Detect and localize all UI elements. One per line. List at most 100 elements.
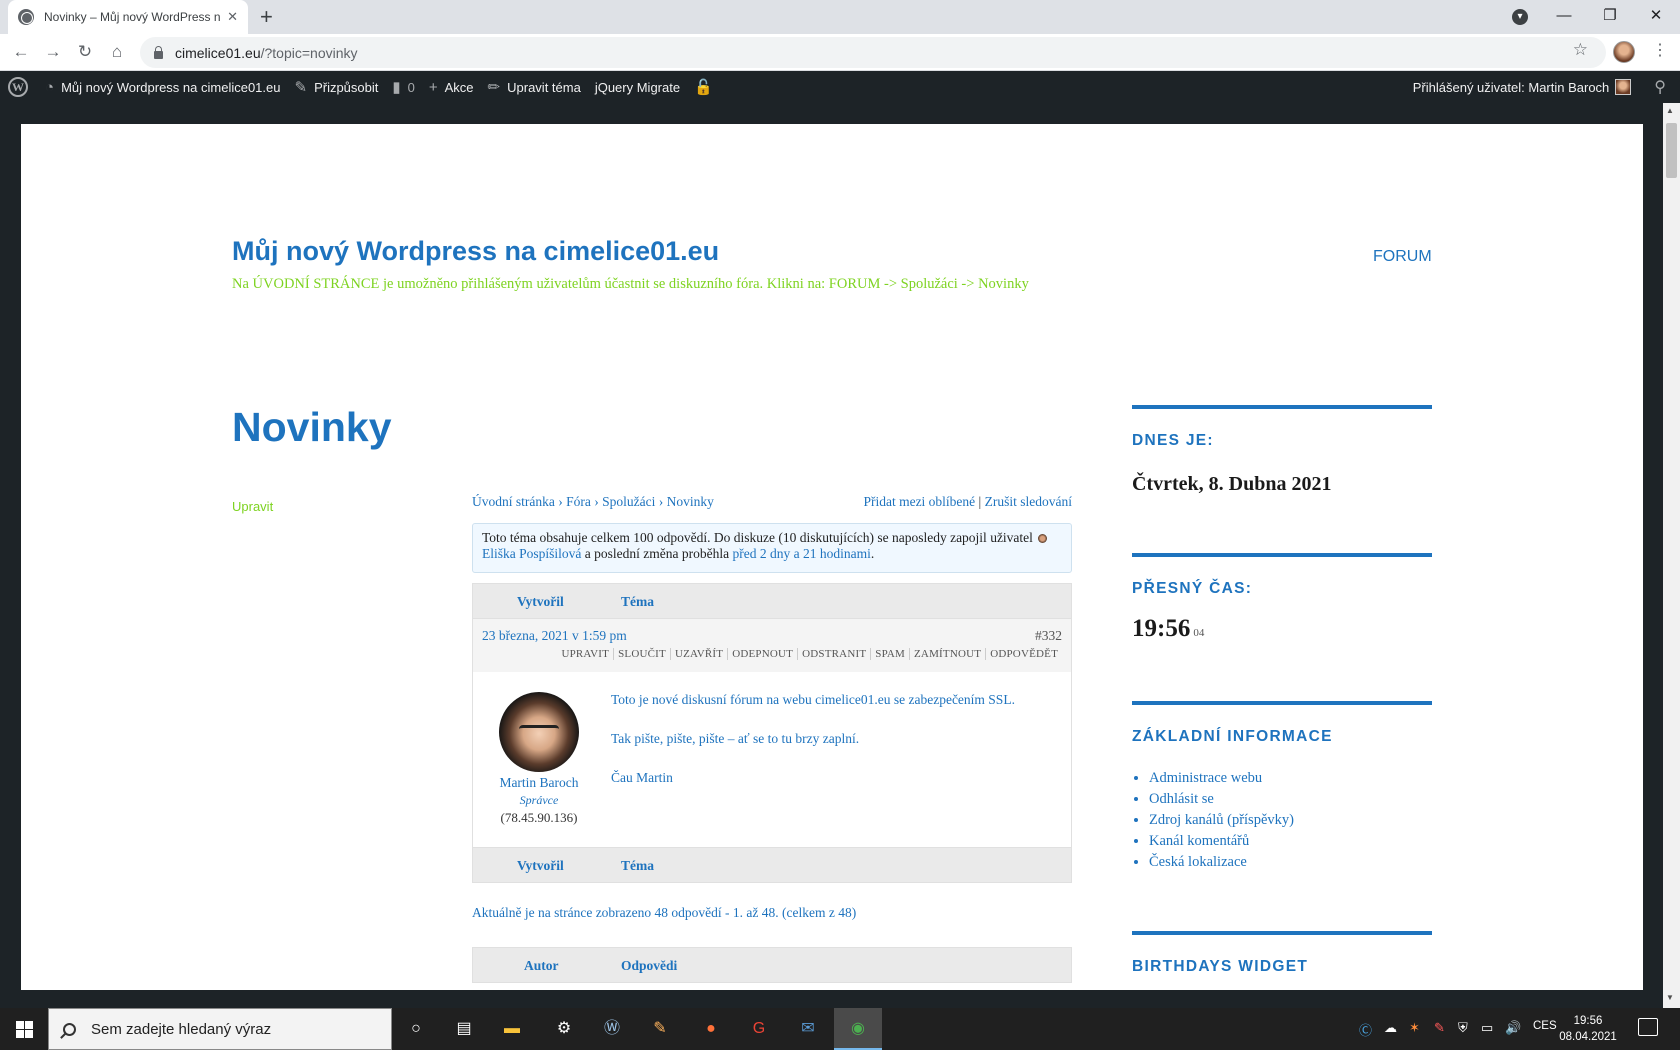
reply-permalink[interactable]: #332 [1035,628,1062,644]
reply-date[interactable]: 23 března, 2021 v 1:59 pm [482,628,627,644]
topic-info-notice: Toto téma obsahuje celkem 100 odpovědí. … [472,523,1072,573]
browser-menu-icon[interactable]: ⋮ [1652,40,1668,60]
browser-toolbar: ← → ↻ ⌂ cimelice01.eu/?topic=novinky ☆ ⋮ [0,34,1680,71]
reply-author: Martin Baroch Správce (78.45.90.136) [479,692,599,826]
author-role: Správce [519,793,559,807]
widget-title: PŘESNÝ ČAS: [1132,580,1253,597]
author-name[interactable]: Martin Baroch [479,775,599,791]
page-title: Novinky [232,404,392,450]
address-bar[interactable]: cimelice01.eu/?topic=novinky ☆ [140,37,1606,68]
taskbar-search-input[interactable]: Sem zadejte hledaný výraz [48,1008,392,1050]
topic-subscription-links: Přidat mezi oblíbené | Zrušit sledování [863,494,1072,509]
tab-title: Novinky – Můj nový WordPress na cimelice… [44,10,221,24]
admin-site-name[interactable]: ◔ Můj nový Wordpress na cimelice01.eu [38,71,287,103]
trash-action[interactable]: ODSTRANIT [797,648,871,660]
wordpress-logo-icon[interactable]: W [8,77,28,97]
tab-search-icon[interactable]: ▾ [1512,9,1528,25]
volume-icon[interactable]: 🔊 [1505,1020,1521,1036]
admin-jquery-migrate[interactable]: jQuery Migrate [588,71,687,103]
tray-tool-icon[interactable]: ✶ [1409,1020,1420,1036]
list-item[interactable]: Zdroj kanálů (příspěvky) [1149,810,1432,831]
close-tab-icon[interactable]: ✕ [227,9,238,25]
unapprove-action[interactable]: ZAMÍTNOUT [909,648,986,660]
current-date: Čtvrtek, 8. Dubna 2021 [1132,473,1332,495]
thunderbird-icon[interactable]: ✉ [795,1016,821,1042]
bookmark-star-icon[interactable]: ☆ [1573,40,1588,60]
list-item[interactable]: Administrace webu [1149,768,1432,789]
home-icon[interactable]: ⌂ [105,40,129,64]
unsubscribe-link[interactable]: Zrušit sledování [985,494,1072,509]
author-ip: (78.45.90.136) [500,810,578,825]
page-scrollbar[interactable]: ▲ ▼ [1663,103,1680,1008]
onedrive-icon[interactable]: ☁ [1384,1020,1397,1036]
edit-link[interactable]: Upravit [232,499,273,514]
reload-icon[interactable]: ↻ [73,40,97,64]
scroll-down-icon[interactable]: ▼ [1666,993,1674,1002]
reply-action[interactable]: ODPOVĚDĚT [985,648,1062,660]
firefox-icon[interactable]: ● [698,1016,724,1042]
tray-pen-icon[interactable]: ✎ [1434,1020,1445,1036]
info-widget: ZÁKLADNÍ INFORMACE Administrace webu Odh… [1132,701,1432,873]
lock-icon[interactable] [154,45,163,59]
defender-icon[interactable]: ⛨ [1458,1020,1468,1036]
network-icon[interactable]: ▭ [1481,1020,1493,1036]
reply-body: Martin Baroch Správce (78.45.90.136) Tot… [472,672,1072,847]
edit-action[interactable]: UPRAVIT [557,648,613,660]
settings-icon[interactable]: ⚙ [551,1016,577,1042]
browser-tab-strip: Novinky – Můj nový WordPress na cimelice… [0,0,1680,34]
tray-app-icon[interactable]: Ⓒ [1359,1020,1372,1039]
wp-admin-bar: W ◔ Můj nový Wordpress na cimelice01.eu … [0,71,1680,103]
birthdays-widget: BIRTHDAYS WIDGET [1132,931,1432,976]
cortana-icon[interactable]: ○ [403,1016,429,1042]
admin-customize[interactable]: ✎ Přizpůsobit [287,71,385,103]
notification-center-icon[interactable] [1638,1018,1658,1036]
favorite-link[interactable]: Přidat mezi oblíbené [863,494,975,509]
start-button[interactable] [0,1008,48,1050]
last-user-link[interactable]: Eliška Pospíšilová [482,546,581,561]
current-time: 19:56 04 [1132,615,1205,642]
profile-avatar[interactable] [1613,41,1635,63]
admin-comments[interactable]: ▮ 0 [385,71,422,103]
admin-account[interactable]: Přihlášený uživatel: Martin Baroch [1406,71,1639,103]
user-avatar-small [1038,534,1048,544]
file-explorer-icon[interactable]: ▬ [499,1016,525,1042]
close-window-button[interactable]: ✕ [1633,2,1679,30]
forward-icon[interactable]: → [41,40,65,64]
taskbar-clock[interactable]: 19:56 08.04.2021 [1553,1013,1623,1045]
list-item[interactable]: Kanál komentářů [1149,831,1432,852]
list-item[interactable]: Odhlásit se [1149,789,1432,810]
new-tab-button[interactable]: + [260,4,273,30]
minimize-button[interactable]: — [1541,2,1587,30]
task-view-icon[interactable]: ▤ [451,1016,477,1042]
admin-search-icon[interactable]: ⚲ [1654,77,1666,97]
close-action[interactable]: UZAVŘÍT [669,648,728,660]
admin-new[interactable]: + Akce [422,71,481,103]
admin-edit-theme[interactable]: ✏ Upravit téma [481,71,588,103]
site-title[interactable]: Můj nový Wordpress na cimelice01.eu [232,236,719,267]
pagination-count: Aktuálně je na stránce zobrazeno 48 odpo… [472,905,857,920]
restore-button[interactable]: ❐ [1587,2,1633,30]
browser-tab[interactable]: Novinky – Můj nový WordPress na cimelice… [8,0,248,34]
scroll-up-icon[interactable]: ▲ [1666,106,1674,115]
brush-icon: ✎ [294,79,308,96]
back-icon[interactable]: ← [9,40,33,64]
widget-title: DNES JE: [1132,432,1214,449]
scrollbar-thumb[interactable] [1666,123,1677,178]
breadcrumb[interactable]: Úvodní stránka › Fóra › Spolužáci › Novi… [472,494,714,510]
merge-action[interactable]: SLOUČIT [613,648,670,660]
last-activity-link[interactable]: před 2 dny a 21 hodinami [732,546,870,561]
spam-action[interactable]: SPAM [870,648,910,660]
menu-item-forum[interactable]: FORUM [1373,248,1432,266]
unstick-action[interactable]: ODEPNOUT [727,648,798,660]
wordpress-app-icon[interactable]: Ⓦ [599,1016,625,1042]
list-item[interactable]: Česká lokalizace [1149,852,1432,873]
chrome-icon[interactable]: ◉ [845,1016,871,1042]
replies-header: Autor Odpovědi [472,947,1072,983]
google-icon[interactable]: G [746,1016,772,1042]
padlock-icon[interactable]: 🔓 [687,71,720,103]
globe-icon [18,9,34,25]
pencil-icon: ✏ [487,79,501,96]
paint-icon[interactable]: ✎ [647,1016,673,1042]
windows-taskbar: Sem zadejte hledaný výraz ○ ▤ ▬ ⚙ Ⓦ ✎ ● … [0,1008,1680,1050]
avatar[interactable] [499,692,579,772]
